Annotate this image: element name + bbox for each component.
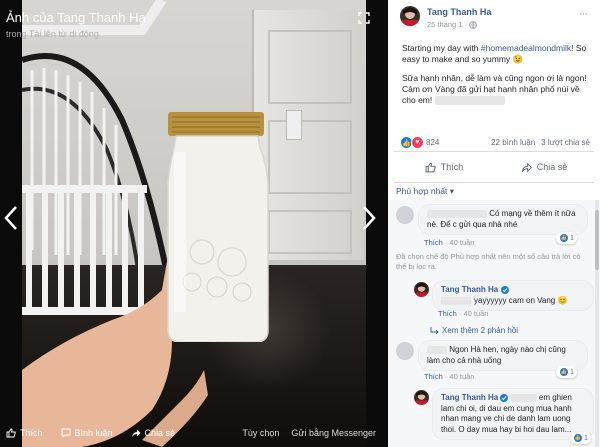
view-more-replies-link[interactable]: Xem thêm 2 phản hồi [430,326,518,335]
thumbs-up-icon [6,428,16,437]
post-author-name[interactable]: Tang Thanh Ha [427,7,491,17]
photo-like-label: Thích [20,427,43,438]
share-button-label: Chia sẻ [536,162,568,172]
reply-author-name[interactable]: Tang Thanh Ha [441,285,585,296]
post-header: Tang Thanh Ha 25 tháng 1 · ··· [388,0,600,38]
comment-like-link[interactable]: Thích [424,372,443,381]
chevron-left-icon [4,206,17,230]
reply-author-name[interactable]: Tang Thanh Ha [441,393,511,402]
reply-bubble: Tang Thanh Ha yayyyyyy cam on Vang 😊 [432,280,594,311]
verified-badge-icon [501,286,510,295]
photo-viewer: Ảnh của Tang Thanh Ha trong Tải lên từ d… [0,0,388,447]
like-button[interactable]: Thích [394,152,494,182]
post-side-panel: Tang Thanh Ha 25 tháng 1 · ··· Starting … [388,0,600,447]
comment-time[interactable]: 40 tuần [449,238,474,247]
filter-notice: Đã chọn chế độ Phù hợp nhất nên một số c… [396,252,581,271]
author-avatar[interactable] [400,6,420,26]
reply-like-link[interactable]: Thích [438,309,457,318]
comment-like-badge[interactable]: 👍 1 [556,232,577,244]
like-button-label: Thích [440,162,464,172]
photo-share-button[interactable]: Chia sẻ [131,427,176,438]
share-icon [131,429,141,437]
options-link[interactable]: Tùy chọn [242,428,279,438]
post-actions: Thích Chia sẻ [394,151,594,183]
album-title[interactable]: Ảnh của Tang Thanh Ha [6,10,146,25]
love-reaction-icon: ♥ [411,136,424,149]
photo-action-bar: Thích Bình luận Chia sẻ Tùy chọn Gửi bằn… [0,418,388,447]
photo-comment-button[interactable]: Bình luận [61,428,113,438]
previous-photo-arrow[interactable] [4,205,18,236]
hashtag-link[interactable]: #homemadealmondmilk [481,43,571,53]
redacted-text [434,96,505,106]
photo-share-label: Chia sẻ [144,427,176,438]
reply-author-avatar[interactable] [414,282,429,297]
post-text-vietnamese: Sữa hạnh nhân, dễ làm và cũng ngon ơi là… [402,73,587,106]
verified-badge-icon [500,393,509,402]
share-button[interactable]: Chia sẻ [494,152,594,182]
comment-meta: Thích · 40 tuần [424,372,475,381]
reply-arrow-icon [430,326,439,334]
post-date[interactable]: 25 tháng 1 [427,20,462,29]
photo-almond-milk-bottle [167,112,269,342]
fullscreen-icon[interactable] [358,12,370,24]
thumbs-up-icon [425,162,436,172]
comment-bubble: Có mạng về thêm ít nữa nè. Để c gửi qua … [418,204,588,235]
reactions-summary: 👍 ♥ 824 22 bình luận 3 lượt chia sẻ [400,136,590,149]
commenter-avatar[interactable] [396,206,414,224]
album-subtitle[interactable]: trong Tải lên từ di động [6,29,99,39]
comment-sort-dropdown[interactable]: Phù hợp nhất ▾ [396,186,454,197]
redacted-commenter-name [427,345,447,354]
photo-like-button[interactable]: Thích [6,428,43,438]
reply-author-avatar[interactable] [414,390,429,405]
more-options-icon[interactable]: ··· [579,8,588,20]
post-photo[interactable] [22,0,366,447]
chevron-right-icon [363,206,376,230]
reply-text: yayyyyyy cam on Vang 😊 [474,295,568,305]
comment-count[interactable]: 22 bình luận [491,138,535,147]
comments-scroll-thumb[interactable] [595,210,599,270]
post-timestamp: 25 tháng 1 · [427,20,477,29]
comment-icon [61,428,70,438]
comment-time[interactable]: 40 tuần [449,372,474,381]
reply-like-badge[interactable]: 👍 1 [570,432,591,444]
comment-like-badge[interactable]: 👍 1 [556,366,577,378]
share-count[interactable]: 3 lượt chia sẻ [541,138,590,147]
send-in-messenger-link[interactable]: Gửi bằng Messenger [291,428,376,438]
reply-meta: Thích · 40 tuần [438,309,489,318]
redacted-mention [510,393,537,402]
reply-bubble: Tang Thanh Ha em ghien lam chi oi, di da… [432,388,594,440]
comment-meta: Thích · 40 tuần [424,238,475,247]
post-text-english: Starting my day with #homemadealmondmilk… [402,43,587,64]
redacted-mention [441,296,471,305]
like-reaction-icon: 👍 [559,233,569,243]
like-reaction-icon: 👍 [559,367,569,377]
like-reaction-icon: 👍 [573,433,583,443]
next-photo-arrow[interactable] [362,205,376,236]
comment-like-link[interactable]: Thích [424,238,443,247]
post-body: Starting my day with #homemadealmondmilk… [402,43,592,114]
redacted-commenter-name [427,209,487,218]
reply-time[interactable]: 40 tuần [463,309,488,318]
photo-comment-label: Bình luận [74,427,113,438]
reaction-count[interactable]: 824 [426,138,439,147]
comment-text: Ngon Hà hen, ngày nào chị cũng làm cho c… [427,345,566,365]
commenter-avatar[interactable] [396,342,414,360]
share-icon [521,161,532,173]
comments-list: Có mạng về thêm ít nữa nè. Để c gửi qua … [388,200,600,447]
photo-light-switch [286,110,302,140]
globe-icon [469,20,477,29]
